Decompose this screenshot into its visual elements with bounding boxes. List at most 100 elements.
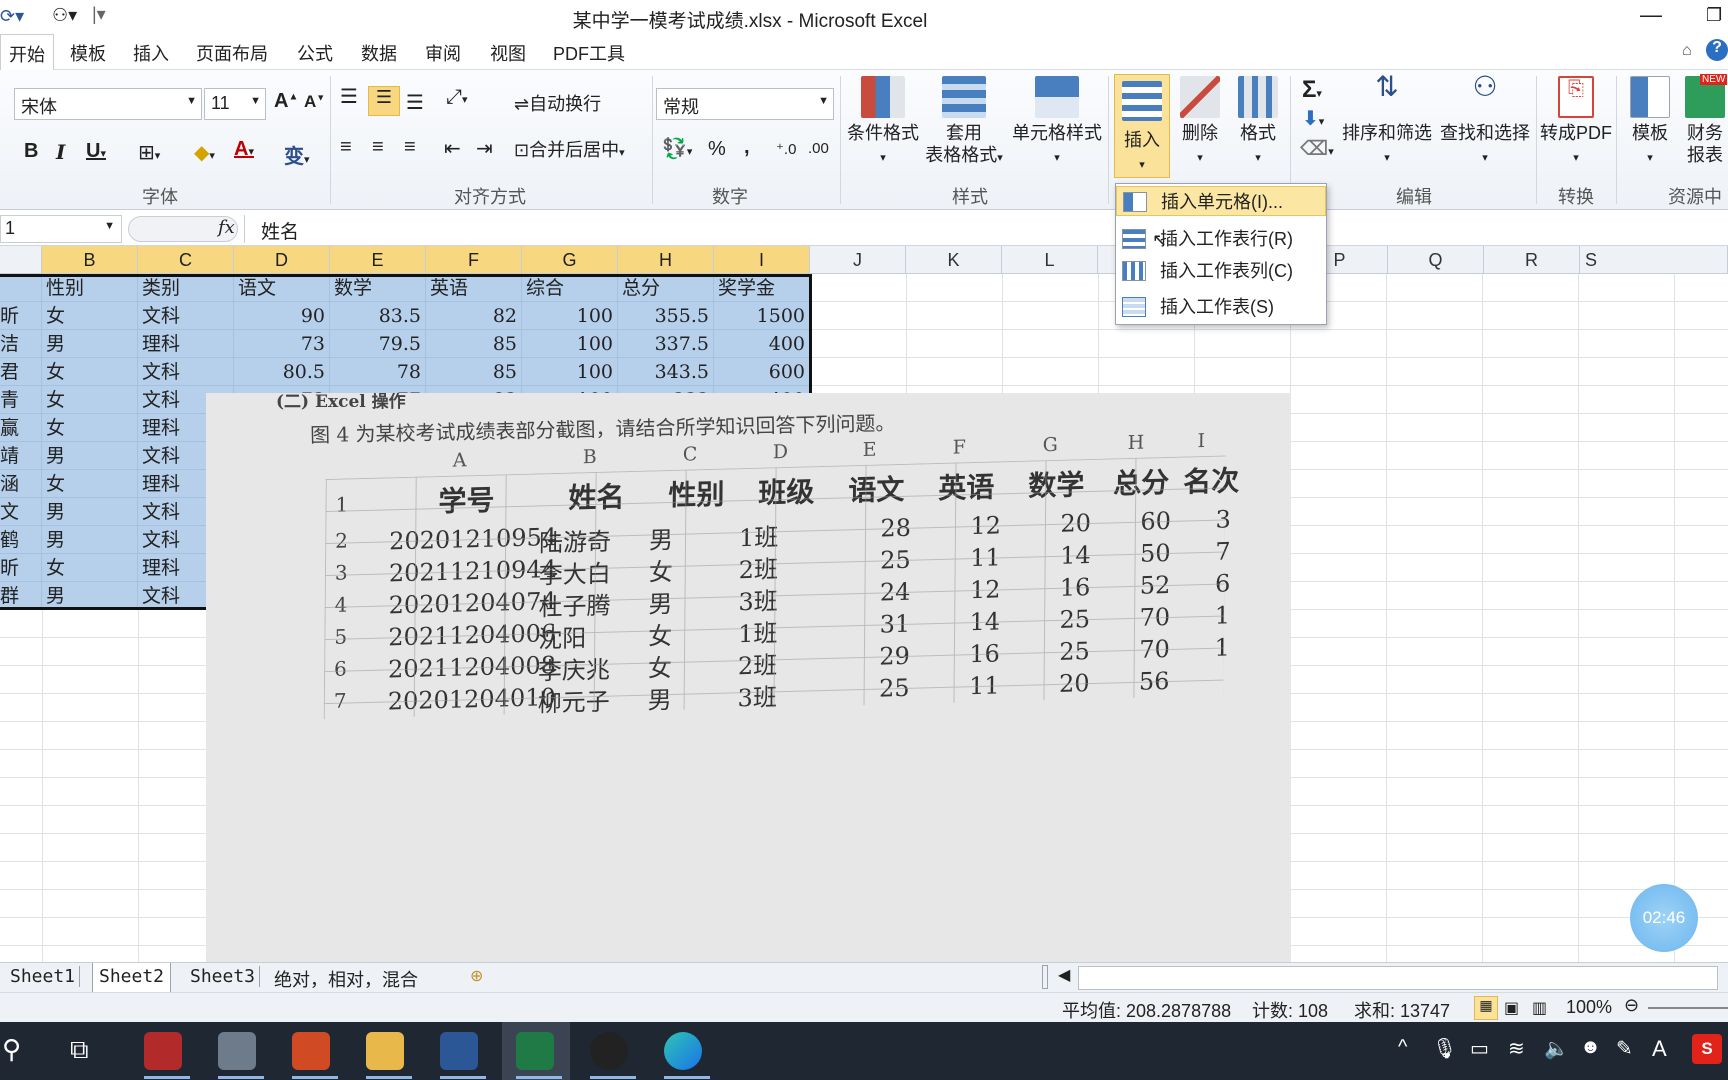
column-header-b[interactable]: B [42, 246, 138, 274]
table-cell[interactable]: 男 [42, 526, 138, 554]
function-icon[interactable]: fx [218, 217, 235, 238]
column-header-g[interactable]: G [522, 246, 618, 274]
table-cell[interactable]: 400 [714, 330, 810, 358]
header-cell[interactable]: 总分 [618, 274, 714, 302]
table-cell[interactable]: 女 [42, 302, 138, 330]
menu-item-insert-cells[interactable]: 插入单元格(I)... [1116, 186, 1326, 216]
table-cell[interactable]: 昕 [0, 302, 42, 330]
word-app-icon[interactable] [440, 1032, 478, 1070]
format-button[interactable]: 格式 ▾ [1232, 76, 1284, 169]
table-cell[interactable]: 青 [0, 386, 42, 414]
restore-button[interactable]: ❐ [1706, 5, 1722, 26]
table-cell[interactable]: 100 [522, 358, 618, 386]
scroll-left-icon[interactable]: ◀ [1058, 965, 1070, 985]
orientation-icon[interactable]: ⤢▾ [446, 86, 468, 109]
sheet-tab-4[interactable]: 绝对，相对，混合 [270, 966, 422, 992]
column-header-a[interactable] [0, 246, 42, 274]
header-cell[interactable]: 性别 [42, 274, 138, 302]
tab-splitter[interactable] [1042, 965, 1048, 989]
number-format-select[interactable]: 常规 ▼ [656, 88, 834, 120]
template-button[interactable]: 模板 ▾ [1620, 76, 1680, 169]
table-cell[interactable]: 100 [522, 302, 618, 330]
column-header-d[interactable]: D [234, 246, 330, 274]
column-header-s[interactable]: S [1580, 246, 1728, 274]
tab-template[interactable]: 模板 [70, 40, 106, 66]
name-box[interactable]: 1 ▼ [0, 215, 122, 243]
table-cell[interactable]: 90 [234, 302, 330, 330]
menu-item-insert-sheet[interactable]: 插入工作表(S) [1116, 292, 1326, 322]
zoom-out-icon[interactable]: ⊖ [1624, 995, 1639, 1016]
conditional-format-button[interactable]: 条件格式 ▾ [844, 76, 922, 169]
sogou-ime-icon[interactable]: S [1692, 1034, 1722, 1064]
finance-report-button[interactable]: 财务 报表 [1682, 76, 1728, 166]
column-header-j[interactable]: J [810, 246, 906, 274]
access-app-icon[interactable] [144, 1032, 182, 1070]
table-cell[interactable]: 昕 [0, 554, 42, 582]
input-method-icon[interactable]: A [1652, 1036, 1667, 1062]
align-top-icon[interactable]: ☰ [340, 84, 358, 109]
merge-center-button[interactable]: ⊡合并后居中▾ [514, 136, 625, 162]
table-cell[interactable]: 100 [522, 330, 618, 358]
table-cell[interactable]: 涵 [0, 470, 42, 498]
page-layout-view-icon[interactable]: ▣ [1504, 998, 1519, 1018]
fill-color-icon[interactable]: ◆▾ [194, 140, 215, 165]
menu-item-insert-column[interactable]: 插入工作表列(C) [1116, 256, 1326, 286]
table-cell[interactable]: 男 [42, 330, 138, 358]
table-cell[interactable]: 女 [42, 554, 138, 582]
help-icon[interactable]: ? [1706, 39, 1728, 61]
border-icon[interactable]: ⊞▾ [138, 140, 160, 165]
table-cell[interactable]: 78 [330, 358, 426, 386]
autosum-icon[interactable]: Σ▾ [1302, 76, 1322, 104]
page-break-view-icon[interactable]: ▥ [1532, 998, 1547, 1018]
collapse-ribbon-icon[interactable]: ⌂ [1682, 42, 1692, 60]
align-middle-icon[interactable]: ☰ [368, 86, 400, 116]
table-cell[interactable]: 女 [42, 414, 138, 442]
underline-icon[interactable]: U▾ [86, 140, 106, 163]
column-header-l[interactable]: L [1002, 246, 1098, 274]
table-cell[interactable]: 男 [42, 442, 138, 470]
currency-icon[interactable]: 💱▾ [662, 136, 692, 161]
zoom-level[interactable]: 100% [1566, 997, 1612, 1018]
phonetic-icon[interactable]: 变▾ [284, 140, 310, 169]
minimize-button[interactable]: — [1640, 2, 1662, 28]
increase-decimal-icon[interactable]: ⁺.0 [776, 140, 796, 158]
align-right-icon[interactable]: ≡ [404, 136, 416, 159]
tab-data[interactable]: 数据 [361, 40, 397, 66]
column-header-q[interactable]: Q [1388, 246, 1484, 274]
file-explorer-icon[interactable] [366, 1032, 404, 1070]
table-cell[interactable]: 赢 [0, 414, 42, 442]
task-view-icon[interactable]: ⧉ [70, 1034, 89, 1066]
table-cell[interactable]: 女 [42, 470, 138, 498]
decrease-decimal-icon[interactable]: .00 [808, 140, 829, 157]
increase-indent-icon[interactable]: ⇥ [476, 136, 493, 161]
font-name-select[interactable]: 宋体 ▼ [14, 88, 202, 120]
align-bottom-icon[interactable]: ☰ [406, 90, 424, 115]
zoom-slider[interactable] [1648, 1007, 1728, 1009]
table-cell[interactable]: 群 [0, 582, 42, 610]
calculator-app-icon[interactable] [218, 1032, 256, 1070]
table-cell[interactable]: 355.5 [618, 302, 714, 330]
header-cell[interactable]: 语文 [234, 274, 330, 302]
header-cell[interactable] [0, 274, 42, 302]
normal-view-icon[interactable]: ▦ [1474, 996, 1498, 1020]
table-cell[interactable]: 73 [234, 330, 330, 358]
empty-cells[interactable] [810, 330, 1728, 358]
font-size-select[interactable]: 11 ▼ [204, 88, 266, 120]
table-cell[interactable]: 343.5 [618, 358, 714, 386]
bold-icon[interactable]: B [24, 140, 38, 163]
italic-icon[interactable]: I [56, 140, 65, 164]
table-cell[interactable]: 文科 [138, 302, 234, 330]
column-header-i[interactable]: I [714, 246, 810, 274]
column-header-h[interactable]: H [618, 246, 714, 274]
clear-icon[interactable]: ⌫▾ [1300, 136, 1334, 161]
table-cell[interactable]: 鹤 [0, 526, 42, 554]
formula-input[interactable]: 姓名 [244, 215, 1728, 243]
tab-formulas[interactable]: 公式 [297, 40, 333, 66]
table-cell[interactable]: 靖 [0, 442, 42, 470]
align-center-icon[interactable]: ≡ [372, 136, 384, 159]
sheet-tab-2[interactable]: Sheet2 [92, 963, 172, 993]
fill-icon[interactable]: ⬇▾ [1302, 106, 1324, 131]
table-cell[interactable]: 83.5 [330, 302, 426, 330]
header-cell[interactable]: 英语 [426, 274, 522, 302]
excel-app-icon[interactable] [516, 1032, 554, 1070]
